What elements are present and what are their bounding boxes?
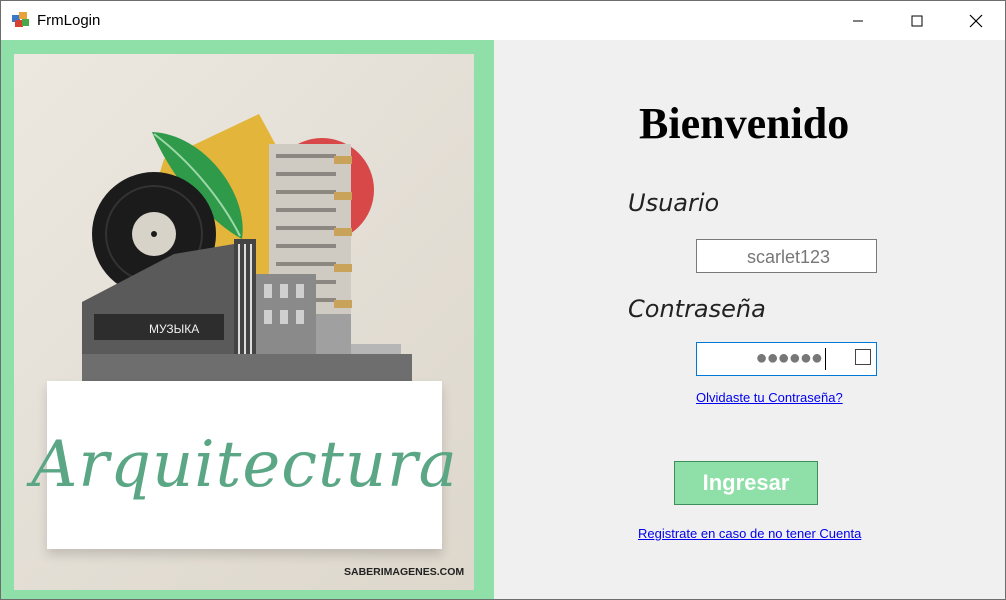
password-mask: ●●●●●● [755, 347, 823, 369]
app-icon [12, 12, 29, 27]
close-button[interactable] [947, 1, 1005, 40]
username-label: Usuario [628, 189, 720, 217]
password-label: Contraseña [628, 295, 766, 323]
minimize-button[interactable] [829, 1, 887, 40]
text-caret [825, 348, 826, 370]
login-button[interactable]: Ingresar [674, 461, 818, 505]
maximize-icon [911, 15, 923, 26]
login-form: Bienvenido Usuario scarlet123 Contraseña… [494, 40, 1005, 599]
poster-caption: Arquitectura [31, 428, 458, 502]
maximize-button[interactable] [888, 1, 946, 40]
forgot-password-link[interactable]: Olvidaste tu Contraseña? [696, 390, 843, 405]
username-input[interactable]: scarlet123 [696, 239, 877, 273]
welcome-heading: Bienvenido [639, 99, 850, 148]
login-window: FrmLogin МУЗЫКА Arquitectura SABERIMAGEN… [0, 0, 1006, 600]
poster-image: МУЗЫКА Arquitectura SABERIMAGENES.COM [14, 54, 474, 590]
show-password-checkbox[interactable] [855, 349, 871, 365]
close-icon [969, 14, 983, 27]
image-panel: МУЗЫКА Arquitectura SABERIMAGENES.COM [1, 40, 494, 599]
window-title: FrmLogin [37, 12, 101, 29]
shop-sign: МУЗЫКА [149, 322, 199, 336]
title-bar[interactable]: FrmLogin [1, 1, 1005, 40]
password-input[interactable]: ●●●●●● [696, 342, 877, 376]
minimize-icon [853, 20, 863, 21]
watermark-text: SABERIMAGENES.COM [344, 566, 465, 578]
caption-card: Arquitectura [31, 381, 457, 549]
register-link[interactable]: Registrate en caso de no tener Cuenta [638, 526, 861, 541]
username-value: scarlet123 [746, 247, 830, 267]
